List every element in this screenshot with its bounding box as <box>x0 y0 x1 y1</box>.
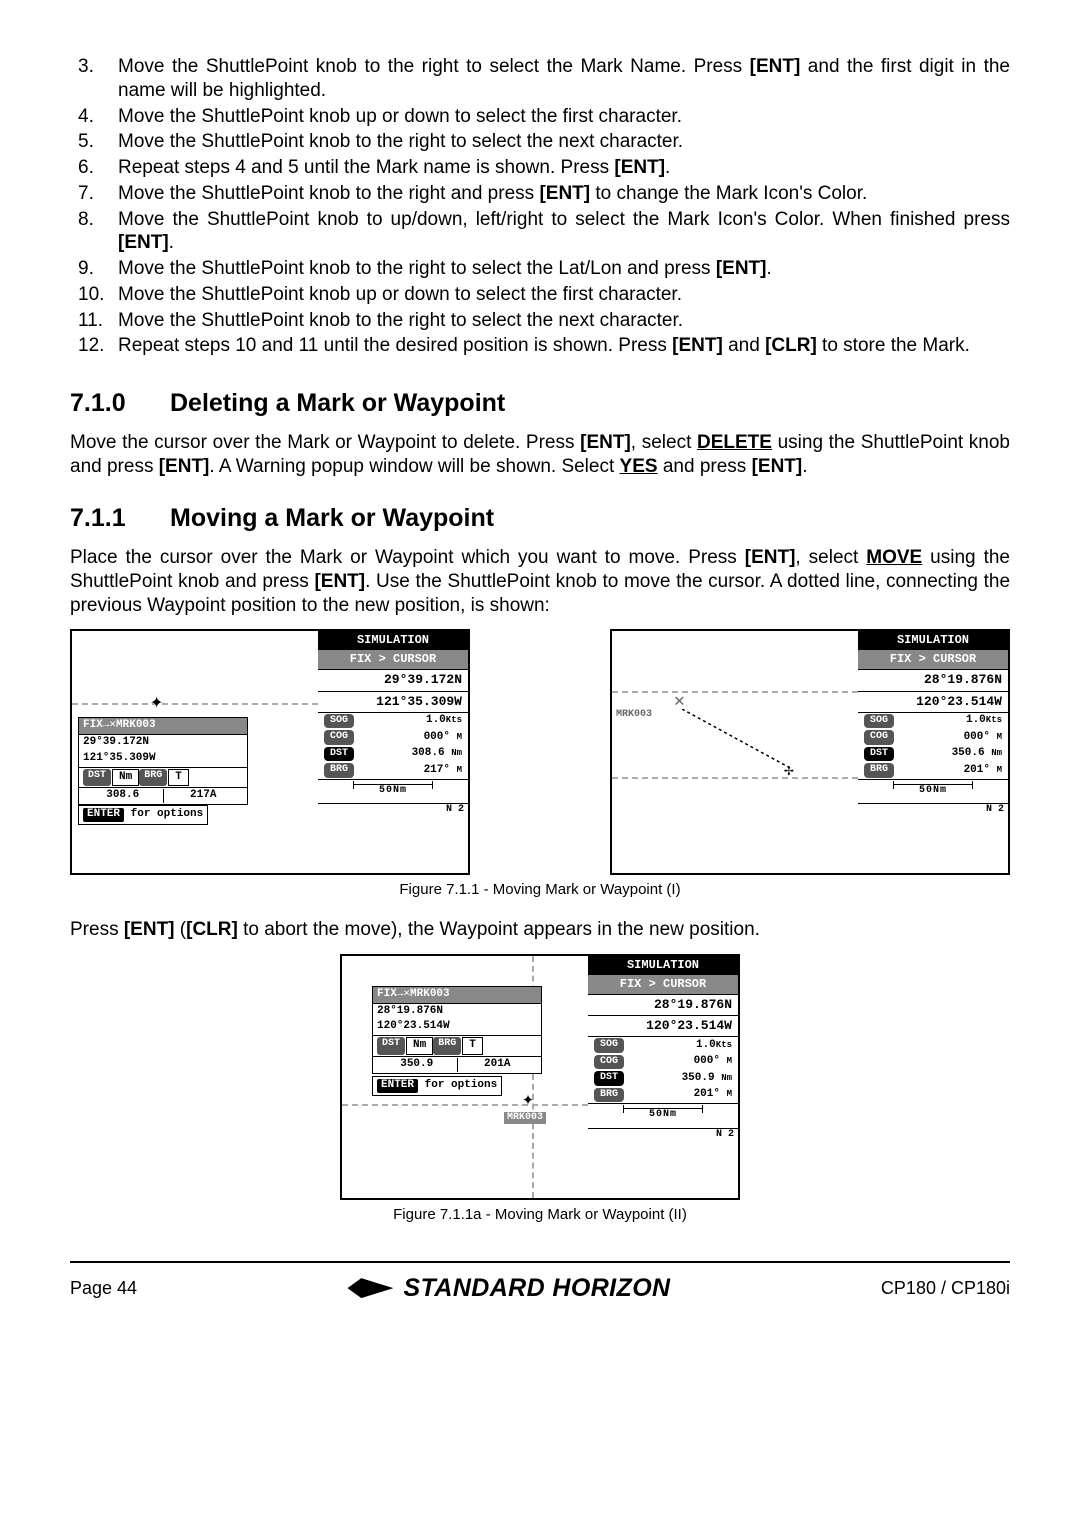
para-move: Place the cursor over the Mark or Waypoi… <box>70 546 1010 617</box>
figure-row-1: ✦ FIX→✕MRK003 29°39.172N 121°35.309W DST… <box>70 629 1010 875</box>
page-number: Page 44 <box>70 1277 137 1300</box>
heading-7-1-0: 7.1.0Deleting a Mark or Waypoint <box>70 388 1010 419</box>
fig-before: ✦ FIX→✕MRK003 29°39.172N 121°35.309W DST… <box>70 629 470 875</box>
para-press: Press [ENT] ([CLR] to abort the move), t… <box>70 918 1010 942</box>
fig-caption-2: Figure 7.1.1a - Moving Mark or Waypoint … <box>70 1206 1010 1225</box>
fig-moving: ✕ MRK003 ✢ SIMULATION FIX > CURSOR 28°19… <box>610 629 1010 875</box>
swoosh-icon <box>347 1278 393 1298</box>
para-delete: Move the cursor over the Mark or Waypoin… <box>70 431 1010 479</box>
crosshair-icon: ✢ <box>784 761 794 781</box>
star-icon: ✦ <box>150 689 163 717</box>
figure-row-2: FIX→✕MRK003 28°19.876N 120°23.514W DSTNm… <box>70 954 1010 1200</box>
step-num: 3. <box>78 55 118 103</box>
star-icon: ✦ <box>522 1088 534 1113</box>
fig-caption-1: Figure 7.1.1 - Moving Mark or Waypoint (… <box>70 881 1010 900</box>
heading-7-1-1: 7.1.1Moving a Mark or Waypoint <box>70 503 1010 534</box>
fig-after: FIX→✕MRK003 28°19.876N 120°23.514W DSTNm… <box>340 954 740 1200</box>
page-footer: Page 44 STANDARD HORIZON CP180 / CP180i <box>70 1261 1010 1304</box>
brand-logo: STANDARD HORIZON <box>347 1273 670 1304</box>
enter-for-options: ENTER for options <box>78 805 208 825</box>
instruction-list: 3.Move the ShuttlePoint knob to the righ… <box>78 55 1010 358</box>
model-number: CP180 / CP180i <box>881 1277 1010 1300</box>
step-text: Move the ShuttlePoint knob to the right … <box>118 55 1010 103</box>
